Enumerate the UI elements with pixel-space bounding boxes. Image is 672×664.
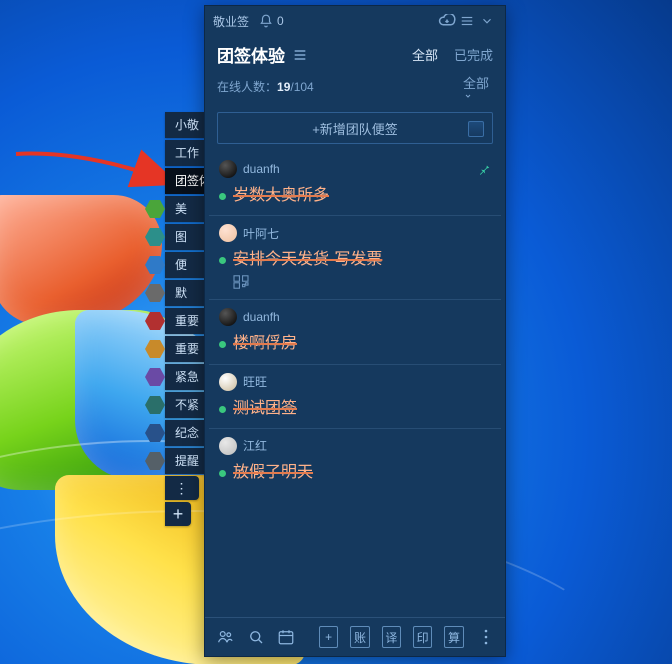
qr-icon[interactable]: [233, 275, 249, 289]
add-team-note-button[interactable]: +新增团队便签: [217, 112, 493, 144]
avatar: [219, 308, 237, 326]
scope-dropdown[interactable]: 全部: [463, 73, 493, 100]
note-author-row: duanfh: [219, 308, 491, 326]
note-item[interactable]: 旺旺测试团签: [209, 365, 501, 429]
app-panel: 敬业签 0 团签体验: [204, 5, 506, 657]
panel-footer: + 账 译 印 算: [205, 617, 505, 656]
menu-icon[interactable]: [457, 11, 477, 31]
note-text: 安排今天发货-写发票: [219, 250, 491, 269]
add-note-handle-icon: [468, 121, 484, 137]
note-item[interactable]: duanfh 楼啊俘房: [209, 300, 501, 364]
note-author-row: 江红: [219, 437, 491, 455]
avatar: [219, 437, 237, 455]
note-text: 测试团签: [219, 399, 491, 418]
online-total: /104: [290, 80, 313, 94]
avatar: [219, 373, 237, 391]
calendar-icon[interactable]: [277, 627, 295, 647]
note-text: 放假了明天: [219, 463, 491, 482]
note-item[interactable]: 叶阿七安排今天发货-写发票: [209, 216, 501, 300]
app-name: 敬业签: [213, 13, 249, 30]
members-icon[interactable]: [215, 627, 235, 647]
online-count: 在线人数：19/104: [217, 78, 314, 95]
footer-more-icon[interactable]: [478, 627, 495, 647]
note-text: 楼啊俘房: [219, 334, 491, 353]
list-view-icon[interactable]: [291, 48, 309, 62]
add-note-label: +新增团队便签: [312, 119, 398, 138]
filter-all[interactable]: 全部: [412, 45, 438, 64]
expand-icon[interactable]: [477, 11, 497, 31]
filter-done[interactable]: 已完成: [454, 45, 493, 64]
notes-list: duanfh 岁数大奥所多叶阿七安排今天发货-写发票 duanfh 楼啊俘房旺旺测试团…: [205, 150, 505, 617]
chevron-down-icon: [463, 92, 493, 100]
scope-label: 全部: [463, 76, 489, 91]
note-item[interactable]: 江红放假了明天: [209, 429, 501, 492]
note-item[interactable]: duanfh 岁数大奥所多: [209, 152, 501, 216]
note-author: 江红: [243, 437, 267, 454]
panel-header: 团签体验 全部 已完成 在线人数：19/104 全部: [205, 36, 505, 104]
titlebar: 敬业签 0: [205, 6, 505, 36]
note-author: 旺旺: [243, 373, 267, 390]
footer-box-calc[interactable]: 算: [444, 626, 463, 648]
online-label: 在线人数：: [217, 80, 277, 94]
cloud-sync-icon[interactable]: [437, 11, 457, 31]
group-title: 团签体验: [217, 42, 285, 67]
note-author: 叶阿七: [243, 225, 279, 242]
online-current: 19: [277, 80, 290, 94]
search-icon[interactable]: [247, 627, 265, 647]
note-author: duanfh: [243, 310, 280, 324]
avatar: [219, 160, 237, 178]
note-author-row: duanfh: [219, 160, 491, 178]
sidebar-add-button[interactable]: +: [165, 502, 191, 526]
footer-box-ledger[interactable]: 账: [350, 626, 369, 648]
win7-leaf-red: [0, 195, 162, 325]
pin-icon[interactable]: [477, 162, 491, 176]
sidebar-more-button[interactable]: ⋮: [165, 476, 199, 500]
note-text: 岁数大奥所多: [219, 186, 491, 205]
footer-box-translate[interactable]: 译: [382, 626, 401, 648]
note-author-row: 旺旺: [219, 373, 491, 391]
note-author-row: 叶阿七: [219, 224, 491, 242]
bell-icon[interactable]: [259, 14, 273, 28]
avatar: [219, 224, 237, 242]
footer-box-print[interactable]: 印: [413, 626, 432, 648]
note-author: duanfh: [243, 162, 280, 176]
notification-count: 0: [277, 14, 284, 28]
footer-box-add[interactable]: +: [319, 626, 338, 648]
